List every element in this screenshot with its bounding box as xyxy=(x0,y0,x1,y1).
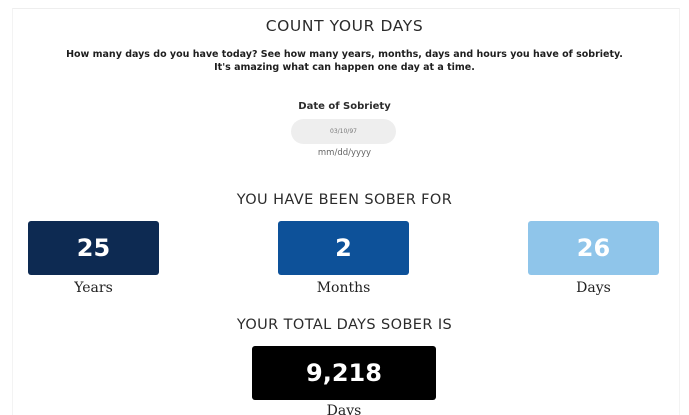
date-format-hint: mm/dd/yyyy xyxy=(317,148,372,158)
total-days-label: Days xyxy=(326,403,362,415)
months-label: Months xyxy=(316,280,371,296)
months-count-box: 2 xyxy=(278,221,409,275)
years-label: Years xyxy=(74,280,113,296)
total-days-box: 9,218 xyxy=(252,346,436,400)
sober-for-heading: YOU HAVE BEEN SOBER FOR xyxy=(236,192,453,208)
intro-text: How many days do you have today? See how… xyxy=(0,48,689,74)
page-title: COUNT YOUR DAYS xyxy=(265,17,424,35)
days-count-box: 26 xyxy=(528,221,659,275)
total-days-heading: YOUR TOTAL DAYS SOBER IS xyxy=(236,317,453,333)
sobriety-date-input[interactable] xyxy=(291,119,396,144)
days-label: Days xyxy=(576,280,611,296)
date-of-sobriety-label: Date of Sobriety xyxy=(298,101,391,112)
intro-line-1: How many days do you have today? See how… xyxy=(66,49,623,60)
intro-line-2: It's amazing what can happen one day at … xyxy=(214,62,475,73)
years-count-box: 25 xyxy=(28,221,159,275)
